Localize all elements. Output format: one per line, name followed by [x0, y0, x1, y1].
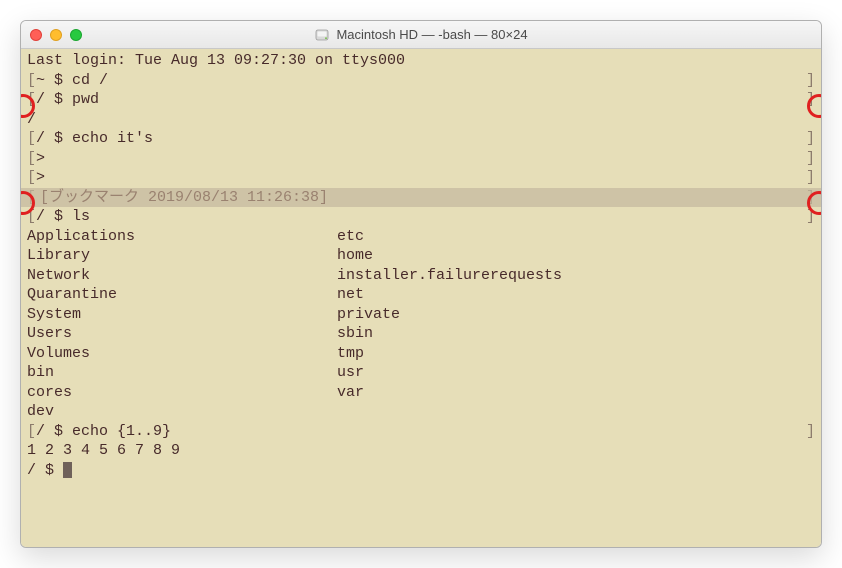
ls-item: Users: [27, 324, 337, 344]
ls-item: home: [337, 246, 815, 266]
ls-item: tmp: [337, 344, 815, 364]
terminal-line: [/ $ pwd]: [21, 90, 821, 110]
ls-row: Networkinstaller.failurerequests: [21, 266, 821, 286]
bookmark-line: [[ブックマーク 2019/08/13 11:26:38]]: [21, 188, 821, 208]
traffic-lights: [30, 29, 82, 41]
ls-item: Quarantine: [27, 285, 337, 305]
ls-item: Applications: [27, 227, 337, 247]
ls-item: Volumes: [27, 344, 337, 364]
ls-item: [337, 402, 815, 422]
ls-row: Volumestmp: [21, 344, 821, 364]
ls-item: dev: [27, 402, 337, 422]
ls-item: bin: [27, 363, 337, 383]
ls-item: private: [337, 305, 815, 325]
prompt-text: / $: [27, 462, 63, 479]
disk-icon: [314, 27, 330, 43]
prompt-line[interactable]: / $: [21, 461, 821, 481]
title-bar[interactable]: Macintosh HD — -bash — 80×24: [21, 21, 821, 49]
ls-row: Userssbin: [21, 324, 821, 344]
window-title: Macintosh HD — -bash — 80×24: [336, 27, 527, 42]
ls-item: usr: [337, 363, 815, 383]
terminal-line: [/ $ echo {1..9}]: [21, 422, 821, 442]
terminal-body[interactable]: Last login: Tue Aug 13 09:27:30 on ttys0…: [21, 49, 821, 547]
ls-item: Library: [27, 246, 337, 266]
ls-row: Systemprivate: [21, 305, 821, 325]
ls-item: net: [337, 285, 815, 305]
ls-item: cores: [27, 383, 337, 403]
ls-row: coresvar: [21, 383, 821, 403]
ls-row: Libraryhome: [21, 246, 821, 266]
ls-item: installer.failurerequests: [337, 266, 815, 286]
ls-output: ApplicationsetcLibraryhomeNetworkinstall…: [21, 227, 821, 422]
ls-item: Network: [27, 266, 337, 286]
ls-item: sbin: [337, 324, 815, 344]
ls-row: dev: [21, 402, 821, 422]
maximize-button[interactable]: [70, 29, 82, 41]
ls-row: Quarantinenet: [21, 285, 821, 305]
ls-row: Applicationsetc: [21, 227, 821, 247]
ls-item: System: [27, 305, 337, 325]
cursor: [63, 462, 72, 478]
terminal-line: [/ $ ls]: [21, 207, 821, 227]
terminal-line: Last login: Tue Aug 13 09:27:30 on ttys0…: [21, 51, 821, 71]
terminal-line: [~ $ cd /]: [21, 71, 821, 91]
ls-item: var: [337, 383, 815, 403]
minimize-button[interactable]: [50, 29, 62, 41]
terminal-window: Macintosh HD — -bash — 80×24 Last login:…: [20, 20, 822, 548]
ls-item: etc: [337, 227, 815, 247]
terminal-line: [>]: [21, 168, 821, 188]
ls-row: binusr: [21, 363, 821, 383]
terminal-line: [>]: [21, 149, 821, 169]
terminal-line: [/ $ echo it's]: [21, 129, 821, 149]
terminal-line: /: [21, 110, 821, 130]
close-button[interactable]: [30, 29, 42, 41]
terminal-line: 1 2 3 4 5 6 7 8 9: [21, 441, 821, 461]
